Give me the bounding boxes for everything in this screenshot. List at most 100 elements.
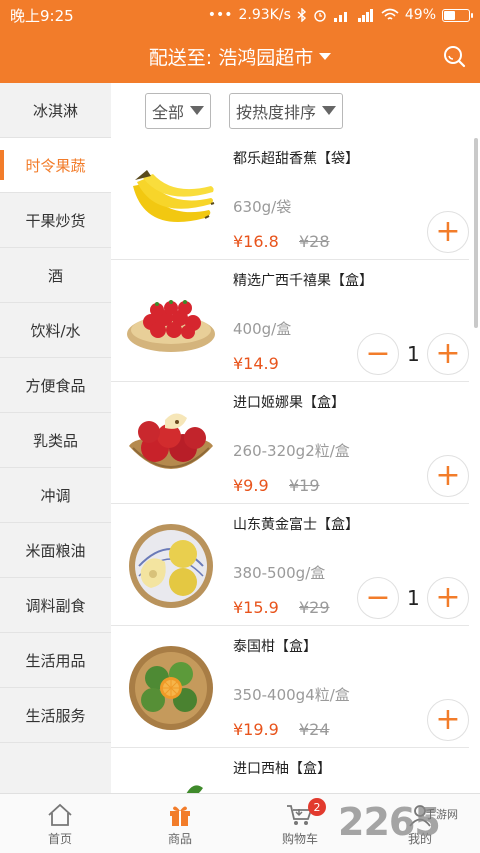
signal-icon — [357, 9, 373, 22]
quantity-value: 1 — [407, 586, 420, 610]
add-to-cart-button[interactable]: + — [427, 699, 469, 741]
product-spec: 260-320g2粒/盒 — [233, 442, 350, 460]
product-name: 都乐超甜香蕉【袋】 — [233, 151, 359, 167]
product-card[interactable]: 山东黄金富士【盒】 380-500g/盒 ¥15.9 ¥29 + −1 — [111, 504, 469, 626]
sidebar-item[interactable]: 调料副食 — [0, 578, 111, 633]
product-image[interactable] — [125, 156, 217, 242]
sort-value: 按热度排序 — [236, 102, 317, 122]
sidebar-item-label: 饮料/水 — [30, 321, 81, 340]
original-price: ¥24 — [299, 720, 330, 739]
header: 配送至: 浩鸿园超市 — [0, 30, 480, 83]
triangle-down-icon — [322, 106, 337, 115]
product-spec: 400g/盒 — [233, 320, 292, 338]
search-icon[interactable] — [442, 44, 466, 68]
sidebar-item-label: 乳类品 — [32, 431, 78, 450]
decrease-quantity-button[interactable]: − — [357, 577, 399, 619]
quantity-value: 1 — [407, 342, 420, 366]
sidebar-item-label: 冲调 — [40, 486, 71, 505]
product-price: ¥16.8 — [233, 232, 279, 251]
home-icon — [48, 803, 72, 826]
original-price: ¥19 — [289, 476, 320, 495]
product-price: ¥14.9 — [233, 354, 279, 373]
sidebar-item[interactable]: 乳类品 — [0, 413, 111, 468]
product-image[interactable] — [125, 278, 217, 364]
sidebar-item[interactable]: 冲调 — [0, 468, 111, 523]
original-price: ¥28 — [299, 232, 330, 251]
caret-down-icon — [319, 53, 332, 60]
category-filter-value: 全部 — [152, 102, 185, 122]
tab-products-label: 商品 — [167, 832, 192, 846]
gift-icon — [170, 806, 190, 826]
list-scrollbar[interactable] — [474, 138, 478, 328]
sidebar-item[interactable]: 干果炒货 — [0, 193, 111, 248]
status-bar: 晚上9:25 ••• 2.93K/s 49% — [0, 0, 480, 30]
product-spec: 350-400g4粒/盒 — [233, 686, 350, 704]
status-right: ••• 2.93K/s 49% — [207, 7, 473, 23]
product-price: ¥9.9 — [233, 476, 269, 495]
alarm-icon — [314, 10, 326, 22]
tab-cart-label: 购物车 — [281, 832, 318, 846]
product-price: ¥15.9 — [233, 598, 279, 617]
add-to-cart-button[interactable]: + — [427, 577, 469, 619]
product-card[interactable]: 泰国柑【盒】 350-400g4粒/盒 ¥19.9 ¥24 + — [111, 626, 469, 748]
add-to-cart-button[interactable]: + — [427, 333, 469, 375]
product-card[interactable]: 精选广西千禧果【盒】 400g/盒 ¥14.9 + −1 — [111, 260, 469, 382]
product-price: ¥19.9 — [233, 720, 279, 739]
add-to-cart-button[interactable]: + — [427, 211, 469, 253]
product-spec: 380-500g/盒 — [233, 564, 326, 582]
product-card[interactable]: 进口西柚【盒】 — [111, 748, 469, 793]
sidebar-item[interactable]: 时令果蔬 — [0, 138, 111, 193]
sidebar-item-label: 冰淇淋 — [32, 101, 78, 120]
watermark-site: 手游网 — [425, 808, 458, 821]
sidebar-item[interactable]: 方便食品 — [0, 358, 111, 413]
sidebar-item-label: 调料副食 — [25, 596, 86, 615]
status-dots: ••• — [207, 7, 233, 23]
product-name: 精选广西千禧果【盒】 — [233, 273, 373, 289]
tab-products[interactable]: 商品 — [120, 794, 240, 853]
battery-percent: 49% — [404, 7, 436, 23]
add-to-cart-button[interactable]: + — [427, 455, 469, 497]
product-card[interactable]: 进口姬娜果【盒】 260-320g2粒/盒 ¥9.9 ¥19 + — [111, 382, 469, 504]
product-image[interactable] — [125, 400, 217, 486]
product-name: 泰国柑【盒】 — [233, 639, 317, 655]
sidebar-item-label: 生活服务 — [25, 706, 86, 725]
battery-level — [444, 10, 456, 20]
bluetooth-icon — [297, 8, 306, 22]
sidebar-item-label: 酒 — [47, 266, 63, 285]
sidebar-item-label: 时令果蔬 — [25, 156, 86, 175]
product-name: 进口西柚【盒】 — [233, 761, 331, 777]
sidebar-item-label: 方便食品 — [25, 376, 86, 395]
product-spec: 630g/袋 — [233, 198, 292, 216]
sidebar-item[interactable]: 米面粮油 — [0, 523, 111, 578]
battery-icon — [442, 8, 473, 22]
product-list[interactable]: 都乐超甜香蕉【袋】 630g/袋 ¥16.8 ¥28 + 精选广西千禧果【盒】 400g/盒… — [111, 138, 469, 793]
sidebar-item[interactable]: 冰淇淋 — [0, 83, 111, 138]
product-name: 进口姬娜果【盒】 — [233, 395, 345, 411]
tab-home-label: 首页 — [47, 832, 72, 846]
sidebar-item[interactable]: 饮料/水 — [0, 303, 111, 358]
store-name: 浩鸿园超市 — [218, 47, 314, 69]
filter-bar: 全部 按热度排序 — [111, 83, 480, 138]
sidebar-item[interactable]: 生活用品 — [0, 633, 111, 688]
status-time: 晚上9:25 — [10, 6, 74, 25]
signal-hd-icon — [333, 12, 347, 22]
product-name: 山东黄金富士【盒】 — [233, 517, 359, 533]
category-sidebar: 冰淇淋时令果蔬干果炒货酒饮料/水方便食品乳类品冲调米面粮油调料副食生活用品生活服… — [0, 83, 111, 793]
sidebar-item[interactable]: 酒 — [0, 248, 111, 303]
store-selector[interactable]: 配送至: 浩鸿园超市 — [148, 43, 332, 70]
product-image[interactable] — [125, 644, 217, 730]
sidebar-item[interactable]: 生活服务 — [0, 688, 111, 743]
decrease-quantity-button[interactable]: − — [357, 333, 399, 375]
product-image[interactable] — [125, 522, 217, 608]
delivery-prefix: 配送至: — [148, 47, 213, 69]
sidebar-item-label: 干果炒货 — [25, 211, 86, 230]
sidebar-item-label: 米面粮油 — [25, 541, 86, 560]
sort-dropdown[interactable]: 按热度排序 — [229, 92, 344, 129]
product-card[interactable]: 都乐超甜香蕉【袋】 630g/袋 ¥16.8 ¥28 + — [111, 138, 469, 260]
sidebar-item-label: 生活用品 — [25, 651, 86, 670]
original-price: ¥29 — [299, 598, 330, 617]
product-image[interactable] — [125, 766, 217, 793]
category-filter-dropdown[interactable]: 全部 — [145, 92, 212, 129]
triangle-down-icon — [190, 106, 205, 115]
tab-home[interactable]: 首页 — [0, 794, 120, 853]
